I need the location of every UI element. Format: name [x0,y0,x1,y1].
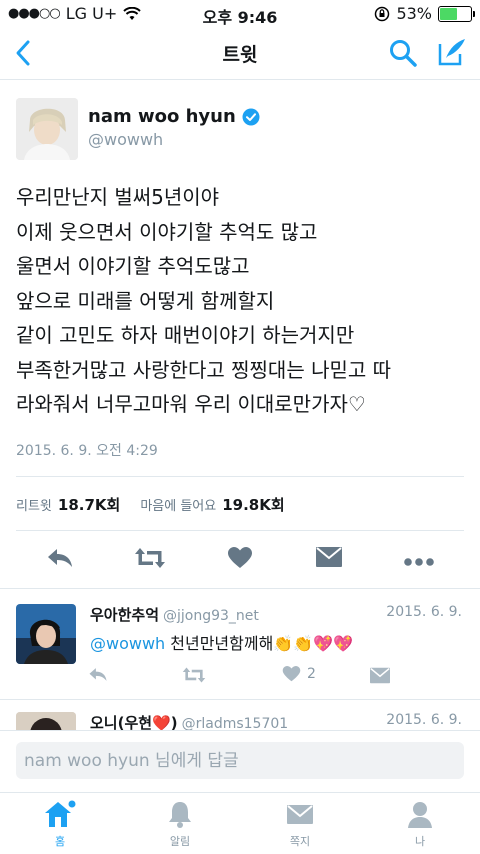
retweet-button[interactable] [182,666,206,688]
reply-avatar-image [16,604,76,664]
divider [16,530,464,531]
reply-handle: @rladms15701 [181,716,289,730]
more-button[interactable] [404,552,434,571]
envelope-icon [370,667,390,684]
battery-percent: 53% [396,4,432,23]
avatar[interactable] [16,712,76,730]
person-icon [408,802,432,828]
reply-author-name[interactable]: 오니(우현❤️) @rladms15701 [90,712,288,730]
reply-composer [0,730,480,790]
heart-icon [282,665,301,682]
direct-message-button[interactable] [370,667,390,688]
tweet-text-line: 우리만난지 벌써5년이야 [16,185,220,209]
battery-icon [438,5,475,22]
tab-label: 쪽지 [289,835,311,848]
retweet-icon [135,548,165,568]
reply-date: 2015. 6. 9. [386,604,462,620]
navigation-bar: 트윗 [0,28,480,80]
like-button[interactable]: 2 [282,665,316,683]
envelope-icon [287,805,313,824]
compose-tweet-button[interactable] [436,36,468,72]
tweet-timestamp: 2015. 6. 9. 오전 4:29 [16,443,158,459]
divider [0,588,480,589]
tab-messages[interactable]: 쪽지 [260,799,340,849]
search-icon [390,40,417,67]
status-bar-right: 53% [374,4,475,23]
heart-icon [228,547,252,568]
tweet-text-line: 같이 고민도 하자 매번이야기 하는거지만 [16,323,355,347]
reply-avatar-image [16,712,76,730]
author-name-row: nam woo hyun [88,106,260,127]
tweet-text-line: 앞으로 미래를 어떻게 함께할지 [16,288,275,313]
reply-button[interactable] [46,546,74,574]
author-avatar-image [16,98,78,160]
tab-label: 알림 [169,835,191,848]
reply-name: 오니(우현❤️) [90,714,178,730]
reply-tweet[interactable]: 우아한추억 @jjong93_net 2015. 6. 9. @wowwh 천년만… [0,600,480,695]
author-handle[interactable]: @wowwh [88,130,163,149]
reply-button[interactable] [88,666,108,687]
reply-icon [48,549,72,567]
tab-bar: 홈 알림 쪽지 나 [0,792,480,854]
reply-icon [89,668,107,681]
retweets-count[interactable]: 18.7K회 [58,494,120,515]
retweet-button[interactable] [134,546,166,574]
tweet-actions [0,540,480,580]
status-bar: ●●●○○ LG U+ 오후 9:46 53% [0,0,480,28]
rotation-lock-icon [375,6,390,21]
tweet-text-line: 부족한거많고 사랑한다고 찡찡대는 나믿고 따 [16,357,392,382]
verified-badge-icon [242,108,260,125]
reply-date: 2015. 6. 9. [386,712,462,728]
search-button[interactable] [388,38,418,72]
envelope-icon [316,547,342,567]
reply-text: @wowwh 천년만년함께해👏👏💖💖 [90,630,353,654]
mention-link[interactable]: @wowwh [90,634,165,653]
retweets-label[interactable]: 리트윗 [16,495,52,514]
reply-author-name[interactable]: 우아한추억 @jjong93_net [90,604,259,625]
tweet-text-line: 라와줘서 너무고마워 우리 이대로만가자♡ [16,392,366,416]
like-count: 2 [307,666,316,682]
tab-label: 홈 [54,835,66,848]
more-dots-icon [404,558,434,566]
retweet-icon [182,667,206,683]
like-button[interactable] [227,546,253,574]
tab-me[interactable]: 나 [380,799,460,849]
tab-home[interactable]: 홈 [20,799,100,849]
tweet-stats: 리트윗 18.7K회 마음에 들어요 19.8K회 [16,494,285,515]
reply-text-body: 천년만년함께해👏👏💖💖 [165,634,354,653]
tweet-text-line: 이제 웃으면서 이야기할 추억도 많고 [16,219,318,244]
tweet-text: 우리만난지 벌써5년이야 이제 웃으면서 이야기할 추억도 많고 울면서 이야기… [16,180,466,422]
direct-message-button[interactable] [316,546,342,572]
home-icon [45,800,76,827]
reply-name: 우아한추억 [90,606,160,624]
likes-label[interactable]: 마음에 들어요 [140,495,216,514]
divider [0,699,480,700]
compose-icon [438,39,465,66]
reply-input[interactable] [16,742,464,779]
battery-fill [440,7,457,20]
tab-notifications[interactable]: 알림 [140,799,220,849]
likes-count[interactable]: 19.8K회 [222,494,284,515]
reply-handle: @jjong93_net [163,608,259,624]
author-avatar[interactable] [16,98,78,160]
author-name[interactable]: nam woo hyun [88,106,236,127]
divider [16,476,464,477]
tweet-text-line: 울면서 이야기할 추억도많고 [16,254,250,278]
bell-icon [169,802,191,828]
tab-label: 나 [414,835,426,848]
avatar[interactable] [16,604,76,664]
reply-tweet[interactable]: 오니(우현❤️) @rladms15701 2015. 6. 9. [0,708,480,730]
